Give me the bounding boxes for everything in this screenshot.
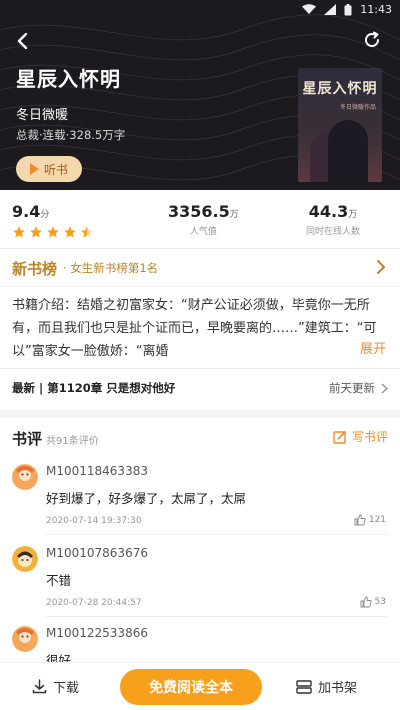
divider [46,534,388,535]
popularity-unit: 万 [229,210,239,220]
rating: 9.4分 [12,202,49,221]
add-to-shelf-button[interactable]: 加书架 [296,677,357,696]
popularity-label: 人气值 [189,227,217,237]
divider [0,248,400,249]
bookshelf-icon [296,679,312,694]
book-title: 星辰入怀明 [16,67,121,91]
cover-title: 星辰入怀明 [302,81,378,97]
status-bar: 11:43 [0,0,400,20]
update-time: 前天更新 [329,381,375,395]
book-cover[interactable]: 星辰入怀明 冬日微暖作品 [298,68,382,182]
book-header: 11:43 星辰入怀明 冬日微暖 总裁·连载·328.5万字 听书 星辰入怀明 … [0,0,400,190]
ranking-title: 新书榜 [12,259,58,278]
play-icon [29,163,39,175]
edit-icon [333,430,347,444]
cover-subtitle: 冬日微暖作品 [339,104,376,111]
chevron-right-icon [377,260,385,274]
download-label: 下载 [53,681,80,696]
reviews-count: 共91条评价 [46,436,99,447]
rating-unit: 分 [40,210,50,220]
latest-chapter-row[interactable]: 最新 | 第1120章 只是想对他好 前天更新 [12,380,388,398]
refresh-icon [365,31,379,47]
avatar[interactable] [12,626,38,652]
divider [0,286,400,287]
status-time: 11:43 [360,3,392,16]
write-review-label: 写书评 [351,430,388,444]
review-user: M100118463383 [46,464,148,478]
free-read-button[interactable]: 免费阅读全本 [120,669,262,705]
ranking-detail: · 女生新书榜第1名 [63,261,159,275]
star-icon [47,226,59,238]
like-count: 53 [374,597,386,607]
review-user: M100122533866 [46,626,148,640]
online-label: 同时在线人数 [306,227,361,237]
book-meta: 总裁·连载·328.5万字 [16,128,126,142]
thumbs-up-icon [354,514,366,526]
chevron-right-icon [381,382,388,394]
star-icon [64,226,76,238]
shelf-label: 加书架 [318,681,358,696]
rating-stars [12,225,94,239]
wifi-icon [302,4,317,15]
review-date: 2020-07-28 20:44:57 [46,598,142,608]
reviews-title: 书评 [12,430,43,448]
avatar[interactable] [12,546,38,572]
divider [46,616,388,617]
listen-label: 听书 [43,162,68,177]
battery-icon [344,3,352,16]
rating-value: 9.4 [12,202,41,221]
book-intro: 书籍介绍：结婚之初富家女：“财产公证必须做，毕竟你一无所有，而且我们也只是扯个证… [12,298,377,359]
avatar[interactable] [12,464,38,490]
like-button[interactable]: 121 [354,514,386,526]
review-date: 2020-07-14 19:37:30 [46,516,142,526]
like-button[interactable]: 53 [360,596,386,608]
book-author[interactable]: 冬日微暖 [16,104,68,123]
online-stat: 44.3万 同时在线人数 [306,202,360,237]
review-item: M100107863676 不错 2020-07-28 20:44:57 53 [12,546,388,612]
expand-button[interactable]: 展开 [355,338,386,361]
like-count: 121 [368,515,386,525]
thumbs-up-icon [360,596,372,608]
bottom-action-bar: 下载 免费阅读全本 加书架 [0,662,400,710]
star-icon [30,226,42,238]
popularity-stat: 3356.5万 人气值 [168,202,239,237]
refresh-button[interactable] [360,28,384,52]
book-stats: 9.4分 3356.5万 人气值 44.3万 同时在线人数 [0,196,400,246]
online-unit: 万 [348,210,358,220]
reviews-header: 书评 共91条评价 写书评 [12,428,388,452]
download-button[interactable]: 下载 [32,677,79,696]
review-user: M100107863676 [46,546,148,560]
review-text: 好到爆了，好多爆了，太屌了，太屌 [46,491,247,506]
review-text: 不错 [46,573,72,588]
review-item: M100122533866 很好 [12,626,388,668]
signal-icon [324,4,337,15]
chevron-left-icon [17,33,28,49]
back-button[interactable] [10,28,36,54]
write-review-button[interactable]: 写书评 [333,428,388,445]
ranking-row[interactable]: 新书榜 · 女生新书榜第1名 [12,254,388,282]
cover-figure [328,120,368,182]
online-value: 44.3 [308,202,349,221]
divider [0,368,400,369]
section-gap [0,410,400,418]
download-icon [32,679,47,694]
latest-chapter: 最新 | 第1120章 只是想对他好 [12,381,176,395]
review-item: M100118463383 好到爆了，好多爆了，太屌了，太屌 2020-07-1… [12,464,388,530]
star-icon [13,226,25,238]
popularity-value: 3356.5 [168,202,230,221]
half-star-icon [81,226,93,238]
listen-button[interactable]: 听书 [16,156,82,182]
